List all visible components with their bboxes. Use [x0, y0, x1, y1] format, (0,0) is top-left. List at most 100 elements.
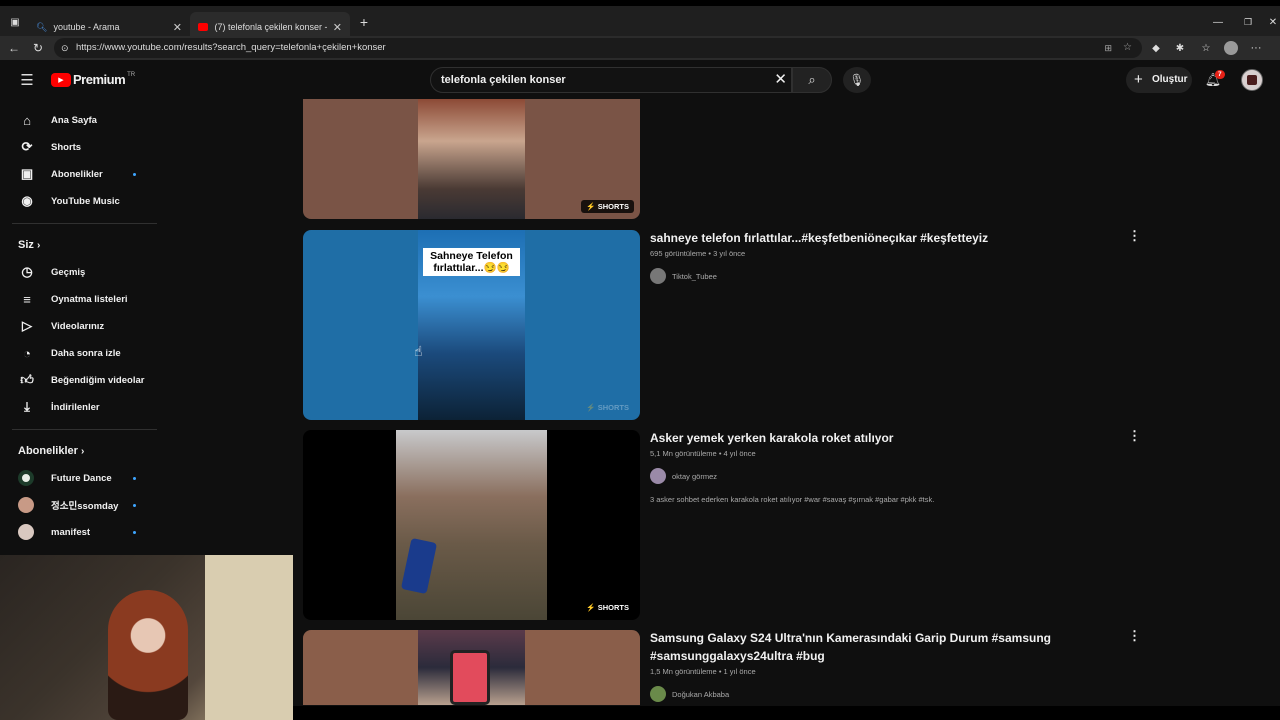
video-thumbnail[interactable]: ⚡ SHORTS	[303, 430, 640, 620]
video-description: 3 asker sohbet ederken karakola roket at…	[650, 495, 935, 504]
sidebar-item-label: Shorts	[51, 141, 82, 153]
sidebar-item-subscriptions[interactable]: ▣ Abonelikler	[18, 162, 148, 186]
mouse-cursor-icon: ☝︎	[414, 343, 423, 359]
notification-count-badge: 7	[1215, 70, 1225, 79]
badge-label: SHORTS	[597, 202, 629, 211]
search-button[interactable]: ⌕	[792, 67, 832, 93]
more-actions-icon[interactable]: ⋮	[1128, 228, 1141, 244]
sidebar-item-shorts[interactable]: ⟳ Shorts	[18, 135, 148, 159]
voice-search-button[interactable]: 🎙︎	[843, 67, 871, 93]
close-tab-icon[interactable]: ✕	[173, 21, 182, 34]
meta-separator: •	[718, 667, 722, 676]
sidebar-item-downloads[interactable]: ⤓ İndirilenler	[18, 395, 148, 419]
video-meta: 5,1 Mn görüntüleme • 4 yıl önce	[650, 449, 756, 458]
search-value: telefonla çekilen konser	[441, 74, 566, 86]
sidebar-item-label: Videolarınız	[51, 320, 105, 332]
sidebar-item-label: Future Dance	[51, 472, 112, 484]
badge-label: SHORTS	[597, 603, 629, 612]
sidebar-item-playlists[interactable]: ≡ Oynatma listeleri	[18, 287, 148, 311]
tab-label: (7) telefonla çekilen konser - YouTube	[214, 22, 326, 32]
favorite-star-icon[interactable]: ☆	[1123, 38, 1132, 58]
site-info-icon[interactable]: ⊙	[61, 38, 69, 58]
search-input[interactable]: telefonla çekilen konser ✕	[430, 67, 792, 93]
sidebar-sub-ssomday[interactable]: 정소민ssomday	[18, 493, 148, 517]
video-title[interactable]: sahneye telefon fırlattılar...#keşfetben…	[650, 229, 1070, 247]
shorts-badge: ⚡ SHORTS	[586, 403, 629, 412]
close-window-icon[interactable]: ✕	[1266, 14, 1280, 30]
sidebar-sub-manifest[interactable]: manifest	[18, 520, 148, 544]
you-section-heading[interactable]: Siz ›	[18, 239, 40, 251]
video-thumbnail[interactable]: Sahneye Telefon fırlattılar...😏😏 ⚡ SHORT…	[303, 230, 640, 420]
sidebar-item-liked-videos[interactable]: 👍︎ Beğendiğim videolar	[18, 368, 148, 392]
sidebar-item-label: Daha sonra izle	[51, 347, 121, 359]
sidebar-sub-future-dance[interactable]: Future Dance	[18, 466, 148, 490]
channel-name: oktay görmez	[672, 471, 718, 481]
section-label: Siz	[18, 239, 34, 251]
sidebar-item-label: 정소민ssomday	[51, 501, 119, 512]
channel-link[interactable]: oktay görmez	[650, 468, 717, 484]
view-count: 5,1 Mn görüntüleme	[650, 449, 717, 458]
upload-age: 4 yıl önce	[723, 449, 756, 458]
youtube-favicon-icon	[198, 23, 209, 31]
more-menu-icon[interactable]: ···	[1248, 39, 1264, 57]
divider	[12, 429, 157, 430]
video-thumbnail[interactable]: ⚡ SHORTS	[303, 99, 640, 219]
hamburger-menu-icon[interactable]: ☰	[18, 72, 36, 89]
view-count: 695 görüntüleme	[650, 249, 707, 258]
account-avatar[interactable]	[1241, 69, 1263, 91]
new-content-dot	[133, 504, 136, 507]
channel-avatar	[650, 468, 666, 484]
sidebar-item-history[interactable]: ◷ Geçmiş	[18, 260, 148, 284]
tab-actions-icon[interactable]: ▣	[8, 12, 22, 32]
channel-avatar	[650, 268, 666, 284]
reload-icon[interactable]: ↻	[30, 39, 46, 57]
microphone-icon: 🎙︎	[849, 73, 865, 87]
channel-link[interactable]: Doğukan Akbaba	[650, 686, 729, 702]
watch-later-icon: ◔	[23, 345, 31, 361]
wall-panel	[205, 555, 293, 720]
phone-screen	[450, 650, 490, 705]
back-icon[interactable]: ←	[6, 39, 22, 57]
logo-text: Premium	[73, 72, 126, 87]
channel-avatar	[650, 686, 666, 702]
extension-icon[interactable]: ◆	[1148, 39, 1164, 57]
minimize-icon[interactable]: —	[1210, 14, 1226, 30]
more-actions-icon[interactable]: ⋮	[1128, 428, 1141, 444]
close-tab-icon[interactable]: ✕	[333, 21, 342, 34]
subscriptions-section-heading[interactable]: Abonelikler ›	[18, 445, 84, 457]
sidebar-item-label: Abonelikler	[51, 168, 103, 180]
channel-avatar	[18, 470, 34, 486]
shorts-icon: ⟳	[21, 139, 33, 154]
sidebar-item-your-videos[interactable]: ▷ Videolarınız	[18, 314, 148, 338]
logo-region: TR	[127, 71, 136, 78]
favorites-icon[interactable]: ☆	[1198, 39, 1214, 57]
create-button[interactable]: + Oluştur	[1126, 67, 1192, 93]
meta-separator: •	[708, 249, 712, 258]
divider	[12, 223, 157, 224]
profile-avatar[interactable]	[1224, 41, 1238, 55]
channel-avatar	[18, 497, 34, 513]
clear-search-icon[interactable]: ✕	[774, 68, 787, 92]
channel-name: Tiktok_Tubee	[672, 271, 717, 281]
video-thumbnail[interactable]	[303, 630, 640, 705]
youtube-play-icon: ▶	[51, 72, 71, 87]
upload-age: 1 yıl önce	[723, 667, 756, 676]
address-toolbar: ← ↻ ⊙ https://www.youtube.com/results?se…	[0, 36, 1280, 60]
restore-icon[interactable]: ❐	[1240, 14, 1256, 30]
sidebar-item-label: YouTube Music	[51, 195, 120, 207]
sidebar-item-youtube-music[interactable]: ◉ YouTube Music	[18, 189, 148, 213]
chevron-right-icon: ›	[80, 446, 85, 457]
new-tab-icon[interactable]: +	[356, 14, 372, 30]
address-bar[interactable]: ⊙ https://www.youtube.com/results?search…	[54, 38, 1142, 58]
video-title[interactable]: Asker yemek yerken karakola roket atılıy…	[650, 429, 1070, 447]
channel-link[interactable]: Tiktok_Tubee	[650, 268, 717, 284]
youtube-premium-logo[interactable]: ▶ Premium TR	[51, 72, 135, 87]
app-available-icon[interactable]: ⊞	[1104, 38, 1112, 58]
sidebar-item-home[interactable]: ⌂ Ana Sayfa	[18, 108, 148, 132]
history-icon: ◷	[21, 264, 33, 279]
video-title[interactable]: Samsung Galaxy S24 Ultra'nın Kamerasında…	[650, 629, 1070, 665]
extensions-puzzle-icon[interactable]: ✱	[1172, 39, 1188, 57]
more-actions-icon[interactable]: ⋮	[1128, 628, 1141, 644]
search-icon: 🔍︎	[36, 21, 48, 32]
sidebar-item-watch-later[interactable]: ◔ Daha sonra izle	[18, 341, 148, 365]
